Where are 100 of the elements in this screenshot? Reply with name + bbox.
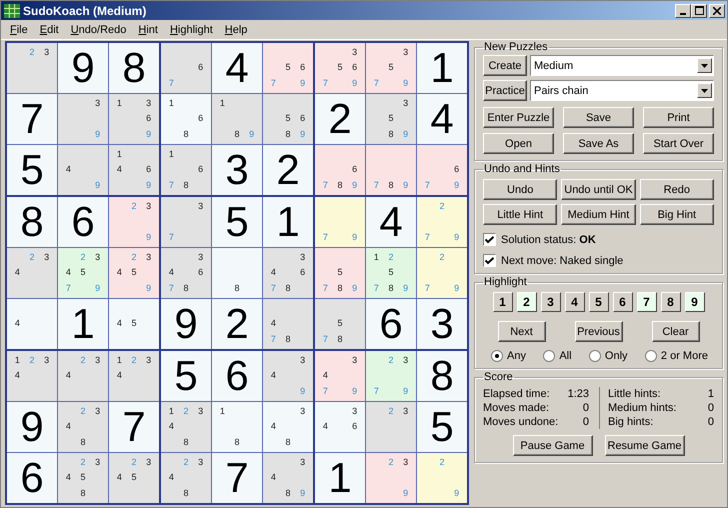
sudoku-cell[interactable]: 3 xyxy=(212,145,262,195)
sudoku-cell[interactable]: 9 xyxy=(58,43,108,93)
digit-button[interactable]: 1 xyxy=(492,292,512,312)
dropdown[interactable]: Pairs chain xyxy=(530,80,714,101)
sudoku-cell[interactable]: 8 xyxy=(109,43,159,93)
sudoku-cell[interactable]: 2 3 7 9 xyxy=(366,351,416,401)
sudoku-cell[interactable]: 6 7 xyxy=(161,43,211,93)
menu-item[interactable]: Undo/Redo xyxy=(64,24,132,36)
sudoku-cell[interactable]: 1 6 7 8 xyxy=(161,145,211,195)
sudoku-cell[interactable]: 2 3 xyxy=(7,43,57,93)
sudoku-cell[interactable]: 8 xyxy=(417,351,467,401)
sudoku-cell[interactable]: 2 3 4 5 7 9 xyxy=(58,248,108,298)
sudoku-cell[interactable]: 1 xyxy=(315,453,365,503)
sudoku-cell[interactable]: 5 xyxy=(417,402,467,452)
sudoku-cell[interactable]: 3 9 xyxy=(58,94,108,144)
digit-button[interactable]: 4 xyxy=(564,292,584,312)
sudoku-cell[interactable]: 6 7 9 xyxy=(417,145,467,195)
button[interactable]: Resume Game xyxy=(604,435,684,456)
sudoku-cell[interactable]: 2 3 9 xyxy=(366,453,416,503)
button[interactable]: Start Over xyxy=(643,133,714,154)
button[interactable]: Practice xyxy=(483,80,527,101)
sudoku-cell[interactable]: 3 4 9 xyxy=(263,351,313,401)
radio-button[interactable] xyxy=(543,350,556,362)
dropdown[interactable]: Medium xyxy=(530,55,714,76)
sudoku-cell[interactable]: 8 xyxy=(212,248,262,298)
button[interactable]: Big Hint xyxy=(640,204,714,225)
button[interactable]: Pause Game xyxy=(512,435,592,456)
digit-button[interactable]: 5 xyxy=(588,292,608,312)
sudoku-cell[interactable]: 6 xyxy=(58,197,108,247)
sudoku-cell[interactable]: 1 xyxy=(263,197,313,247)
button[interactable]: Save xyxy=(563,107,634,128)
checkbox[interactable] xyxy=(483,254,496,267)
sudoku-cell[interactable]: 2 3 9 xyxy=(109,197,159,247)
sudoku-cell[interactable]: 2 xyxy=(212,299,262,349)
digit-button[interactable]: 6 xyxy=(612,292,632,312)
radio-button[interactable] xyxy=(644,350,657,362)
digit-button[interactable]: 8 xyxy=(660,292,680,312)
radio-button[interactable] xyxy=(491,350,503,362)
menu-item[interactable]: Highlight xyxy=(164,24,219,36)
sudoku-cell[interactable]: 2 xyxy=(315,94,365,144)
menu-item[interactable]: File xyxy=(4,24,34,36)
sudoku-cell[interactable]: 1 2 5 7 8 9 xyxy=(366,248,416,298)
sudoku-cell[interactable]: 4 xyxy=(417,94,467,144)
sudoku-cell[interactable]: 5 6 7 9 xyxy=(263,43,313,93)
digit-button[interactable]: 3 xyxy=(540,292,560,312)
sudoku-cell[interactable]: 4 5 xyxy=(109,299,159,349)
sudoku-cell[interactable]: 4 xyxy=(366,197,416,247)
sudoku-cell[interactable]: 1 2 3 4 8 xyxy=(161,402,211,452)
sudoku-cell[interactable]: 5 7 8 xyxy=(315,299,365,349)
sudoku-cell[interactable]: 5 6 8 9 xyxy=(263,94,313,144)
sudoku-cell[interactable]: 5 xyxy=(161,351,211,401)
sudoku-cell[interactable]: 3 4 6 7 8 xyxy=(161,248,211,298)
sudoku-cell[interactable]: 3 4 8 9 xyxy=(263,453,313,503)
button[interactable]: Little Hint xyxy=(483,204,558,225)
menu-item[interactable]: Edit xyxy=(34,24,65,36)
sudoku-cell[interactable]: 1 3 6 9 xyxy=(109,94,159,144)
sudoku-cell[interactable]: 7 xyxy=(7,94,57,144)
sudoku-cell[interactable]: 7 xyxy=(212,453,262,503)
sudoku-cell[interactable]: 2 3 4 8 xyxy=(58,402,108,452)
sudoku-cell[interactable]: 7 xyxy=(109,402,159,452)
sudoku-cell[interactable]: 8 xyxy=(7,197,57,247)
close-button[interactable] xyxy=(709,4,725,18)
sudoku-cell[interactable]: 4 xyxy=(212,43,262,93)
menu-item[interactable]: Help xyxy=(218,24,254,36)
sudoku-cell[interactable]: 6 xyxy=(212,351,262,401)
sudoku-cell[interactable]: 1 xyxy=(417,43,467,93)
sudoku-cell[interactable]: 1 6 8 xyxy=(161,94,211,144)
sudoku-cell[interactable]: 3 5 6 7 9 xyxy=(315,43,365,93)
maximize-button[interactable] xyxy=(691,4,707,18)
sudoku-cell[interactable]: 5 xyxy=(7,145,57,195)
sudoku-cell[interactable]: 2 3 4 xyxy=(7,248,57,298)
sudoku-cell[interactable]: 4 7 8 xyxy=(263,299,313,349)
button[interactable]: Create xyxy=(483,55,527,76)
button[interactable]: Redo xyxy=(640,179,714,200)
digit-button[interactable]: 9 xyxy=(684,292,704,312)
sudoku-cell[interactable]: 5 xyxy=(212,197,262,247)
button[interactable]: Save As xyxy=(563,133,634,154)
checkbox[interactable] xyxy=(483,233,496,246)
digit-button[interactable]: 7 xyxy=(636,292,656,312)
sudoku-cell[interactable]: 1 4 6 9 xyxy=(109,145,159,195)
sudoku-cell[interactable]: 3 4 6 7 8 xyxy=(263,248,313,298)
sudoku-cell[interactable]: 2 3 4 5 9 xyxy=(109,248,159,298)
sudoku-cell[interactable]: 7 8 9 xyxy=(366,145,416,195)
sudoku-cell[interactable]: 6 xyxy=(7,453,57,503)
radio-button[interactable] xyxy=(588,350,601,362)
button[interactable]: Print xyxy=(643,107,714,128)
button[interactable]: Enter Puzzle xyxy=(483,107,554,128)
button[interactable]: Previous xyxy=(574,321,622,342)
button[interactable]: Open xyxy=(483,133,554,154)
sudoku-cell[interactable]: 5 7 8 9 xyxy=(315,248,365,298)
sudoku-cell[interactable]: 4 9 xyxy=(58,145,108,195)
sudoku-cell[interactable]: 3 4 6 xyxy=(315,402,365,452)
sudoku-cell[interactable]: 3 7 xyxy=(161,197,211,247)
sudoku-cell[interactable]: 6 xyxy=(366,299,416,349)
button[interactable]: Undo xyxy=(483,179,558,200)
sudoku-cell[interactable]: 3 4 7 9 xyxy=(315,351,365,401)
sudoku-cell[interactable]: 3 xyxy=(417,299,467,349)
sudoku-cell[interactable]: 1 2 3 4 xyxy=(7,351,57,401)
sudoku-cell[interactable]: 1 8 xyxy=(212,402,262,452)
sudoku-cell[interactable]: 2 3 4 5 xyxy=(109,453,159,503)
